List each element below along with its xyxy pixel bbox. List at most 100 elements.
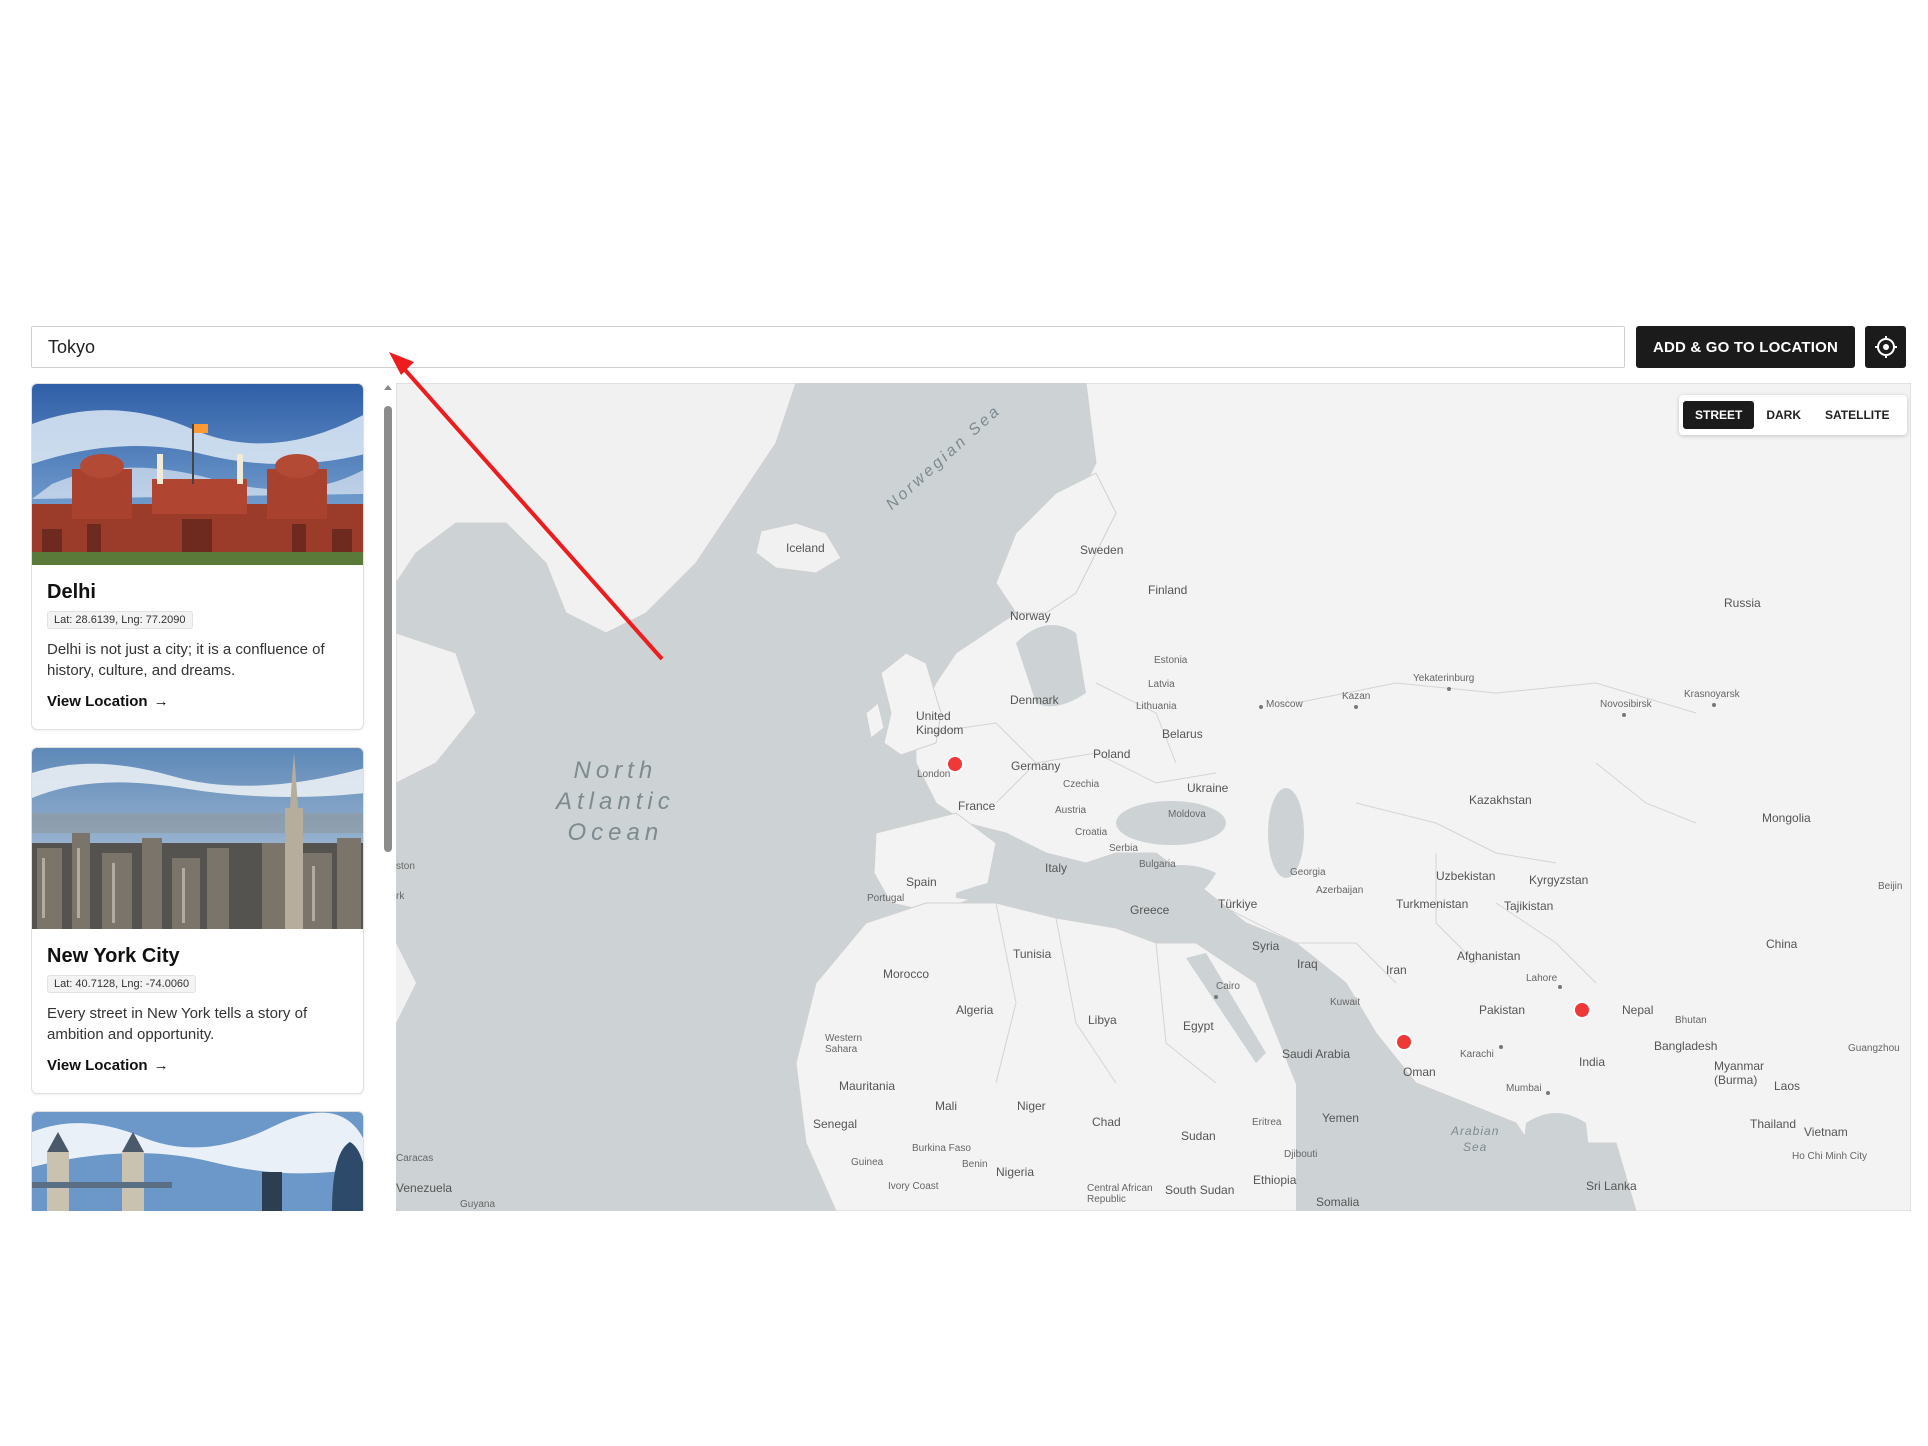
country-label: Sri Lanka bbox=[1586, 1179, 1637, 1193]
country-label: Türkiye bbox=[1218, 897, 1258, 911]
city-dot bbox=[1558, 985, 1562, 989]
country-label: India bbox=[1579, 1055, 1606, 1069]
country-label: Lithuania bbox=[1136, 701, 1177, 712]
map-style-street[interactable]: STREET bbox=[1683, 401, 1755, 429]
map-style-satellite[interactable]: SATELLITE bbox=[1813, 401, 1901, 429]
city-dot bbox=[1447, 687, 1451, 691]
country-label: Turkmenistan bbox=[1396, 897, 1469, 911]
world-map[interactable]: North Atlantic Ocean Norwegian Sea Arabian… bbox=[396, 383, 1911, 1211]
country-label: Western Sahara bbox=[825, 1033, 863, 1055]
city-label: Krasnoyarsk bbox=[1684, 689, 1740, 700]
location-card-delhi[interactable]: Delhi Lat: 28.6139, Lng: 77.2090 Delhi i… bbox=[31, 383, 364, 730]
country-label: Ukraine bbox=[1187, 781, 1229, 795]
country-label: Guyana bbox=[460, 1199, 496, 1210]
city-label: Yekaterinburg bbox=[1413, 673, 1475, 684]
country-label: Bhutan bbox=[1675, 1015, 1707, 1026]
country-label: Croatia bbox=[1075, 827, 1108, 838]
map-marker-dubai[interactable] bbox=[1395, 1033, 1413, 1051]
city-dot bbox=[1712, 703, 1716, 707]
city-label: Kazan bbox=[1342, 691, 1371, 702]
country-label: Tunisia bbox=[1013, 947, 1052, 961]
country-label: Georgia bbox=[1290, 867, 1326, 878]
map-marker-london[interactable] bbox=[946, 755, 964, 773]
country-label: Algeria bbox=[956, 1003, 994, 1017]
country-label: Denmark bbox=[1010, 693, 1059, 707]
country-label: Portugal bbox=[867, 893, 905, 904]
country-label: Russia bbox=[1724, 596, 1761, 610]
country-label: Spain bbox=[906, 875, 937, 889]
country-label: Burkina Faso bbox=[912, 1143, 971, 1154]
country-label: Moldova bbox=[1168, 809, 1206, 820]
country-label: France bbox=[958, 799, 996, 813]
city-dot bbox=[1622, 713, 1626, 717]
view-location-label: View Location bbox=[47, 1057, 148, 1074]
country-label: Mali bbox=[935, 1099, 958, 1113]
country-label: China bbox=[1766, 937, 1798, 951]
country-label: Central African Republic bbox=[1087, 1183, 1153, 1205]
country-label: Libya bbox=[1088, 1013, 1117, 1027]
location-search-input[interactable] bbox=[31, 326, 1625, 368]
view-location-link[interactable]: View Location → bbox=[47, 693, 169, 710]
sidebar-scrollbar-thumb[interactable] bbox=[384, 406, 392, 852]
country-label: Vietnam bbox=[1804, 1125, 1848, 1139]
city-label: Ho Chi Minh City bbox=[1792, 1151, 1868, 1162]
city-label: ston bbox=[396, 861, 415, 872]
country-label: Venezuela bbox=[396, 1181, 453, 1195]
country-label: Myanmar (Burma) bbox=[1714, 1059, 1765, 1087]
location-card-london[interactable] bbox=[31, 1111, 364, 1211]
city-dot bbox=[1259, 705, 1263, 709]
city-label: Mumbai bbox=[1506, 1083, 1542, 1094]
city-label: Beijin bbox=[1878, 881, 1903, 892]
country-label: United Kingdom bbox=[916, 709, 964, 737]
country-label: Syria bbox=[1252, 939, 1280, 953]
view-location-link[interactable]: View Location → bbox=[47, 1057, 169, 1074]
country-label: Senegal bbox=[813, 1117, 858, 1131]
country-label: Nepal bbox=[1622, 1003, 1654, 1017]
country-label: Ethiopia bbox=[1253, 1173, 1297, 1187]
country-label: Oman bbox=[1403, 1065, 1436, 1079]
city-label: Karachi bbox=[1460, 1049, 1494, 1060]
country-label: Uzbekistan bbox=[1436, 869, 1496, 883]
country-label: Belarus bbox=[1162, 727, 1203, 741]
country-label: Saudi Arabia bbox=[1282, 1047, 1351, 1061]
locate-me-button[interactable] bbox=[1865, 326, 1906, 368]
location-title: Delhi bbox=[47, 581, 96, 603]
country-label: Serbia bbox=[1109, 843, 1138, 854]
country-label: Azerbaijan bbox=[1316, 885, 1364, 896]
country-label: Bangladesh bbox=[1654, 1039, 1718, 1053]
city-label: Cairo bbox=[1216, 981, 1240, 992]
scroll-up-arrow[interactable] bbox=[384, 385, 392, 390]
location-card-new-york[interactable]: New York City Lat: 40.7128, Lng: -74.006… bbox=[31, 747, 364, 1094]
city-label: Moscow bbox=[1266, 699, 1303, 710]
location-list: Delhi Lat: 28.6139, Lng: 77.2090 Delhi i… bbox=[31, 383, 397, 1211]
country-label: Estonia bbox=[1154, 655, 1188, 666]
location-title: New York City bbox=[47, 945, 180, 967]
country-label: Norway bbox=[1010, 609, 1051, 623]
country-label: Iran bbox=[1386, 963, 1407, 977]
country-label: Ivory Coast bbox=[888, 1181, 939, 1192]
country-label: Djibouti bbox=[1284, 1149, 1318, 1160]
map-style-toggle: STREET DARK SATELLITE bbox=[1679, 395, 1907, 435]
country-label: Iceland bbox=[786, 541, 825, 555]
map-style-dark[interactable]: DARK bbox=[1754, 401, 1813, 429]
city-label: Guangzhou bbox=[1848, 1043, 1900, 1054]
city-label: London bbox=[917, 769, 951, 780]
add-and-go-button[interactable]: ADD & GO TO LOCATION bbox=[1636, 326, 1855, 368]
country-label: Kazakhstan bbox=[1469, 793, 1532, 807]
country-label: Tajikistan bbox=[1504, 899, 1554, 913]
city-label: Kuwait bbox=[1330, 997, 1361, 1008]
map-marker-delhi[interactable] bbox=[1573, 1001, 1591, 1019]
country-label: South Sudan bbox=[1165, 1183, 1235, 1197]
manhattan-skyline-photo bbox=[32, 748, 363, 929]
country-label: Germany bbox=[1011, 759, 1061, 773]
city-label: Novosibirsk bbox=[1600, 699, 1652, 710]
country-label: Greece bbox=[1130, 903, 1170, 917]
country-label: Chad bbox=[1092, 1115, 1121, 1129]
country-label: Sweden bbox=[1080, 543, 1124, 557]
location-description: Delhi is not just a city; it is a conflu… bbox=[47, 641, 325, 679]
city-label: rk bbox=[396, 891, 405, 902]
city-label: Lahore bbox=[1526, 973, 1558, 984]
country-label: Czechia bbox=[1063, 779, 1100, 790]
country-label: Laos bbox=[1774, 1079, 1801, 1093]
arrow-right-icon: → bbox=[153, 1057, 169, 1074]
